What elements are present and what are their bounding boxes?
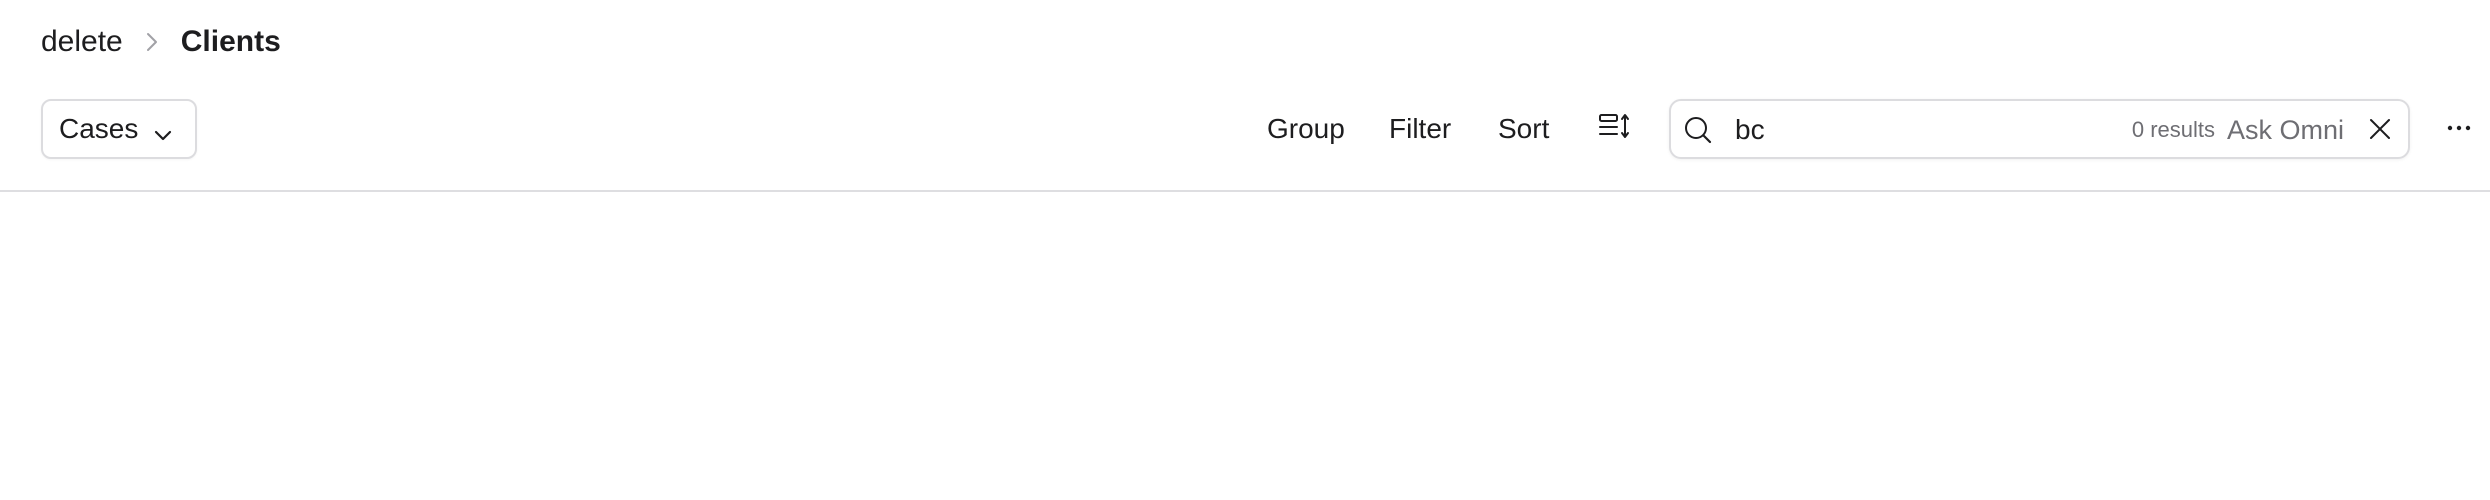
breadcrumb: delete Clients (41, 22, 281, 62)
chevron-down-icon (153, 121, 173, 141)
search-input[interactable] (1735, 109, 2055, 151)
search-box: 0 results Ask Omni (1669, 99, 2410, 159)
list-settings-icon (1598, 112, 1630, 147)
ellipsis-icon (2447, 119, 2471, 137)
divider (0, 190, 2490, 192)
breadcrumb-parent[interactable]: delete (41, 25, 123, 59)
more-options-button[interactable] (2444, 113, 2474, 143)
group-button[interactable]: Group (1267, 99, 1345, 159)
view-select[interactable]: Cases (41, 99, 197, 159)
chevron-right-icon (143, 22, 161, 62)
search-results-count: 0 results (2131, 117, 2215, 142)
ask-omni-button[interactable]: Ask Omni (2227, 115, 2344, 146)
toolbar: Cases Group Filter Sort bc 0 results Ask… (0, 99, 2490, 161)
sort-button[interactable]: Sort (1498, 99, 1549, 159)
search-icon (1683, 115, 1713, 145)
filter-button[interactable]: Filter (1389, 99, 1451, 159)
page: delete Clients Cases Group Filter Sort b… (0, 0, 2490, 500)
close-icon[interactable] (2366, 115, 2394, 143)
page-title: Clients (180, 25, 281, 58)
view-select-label: Cases (59, 113, 139, 144)
list-settings-button[interactable] (1596, 99, 1632, 159)
